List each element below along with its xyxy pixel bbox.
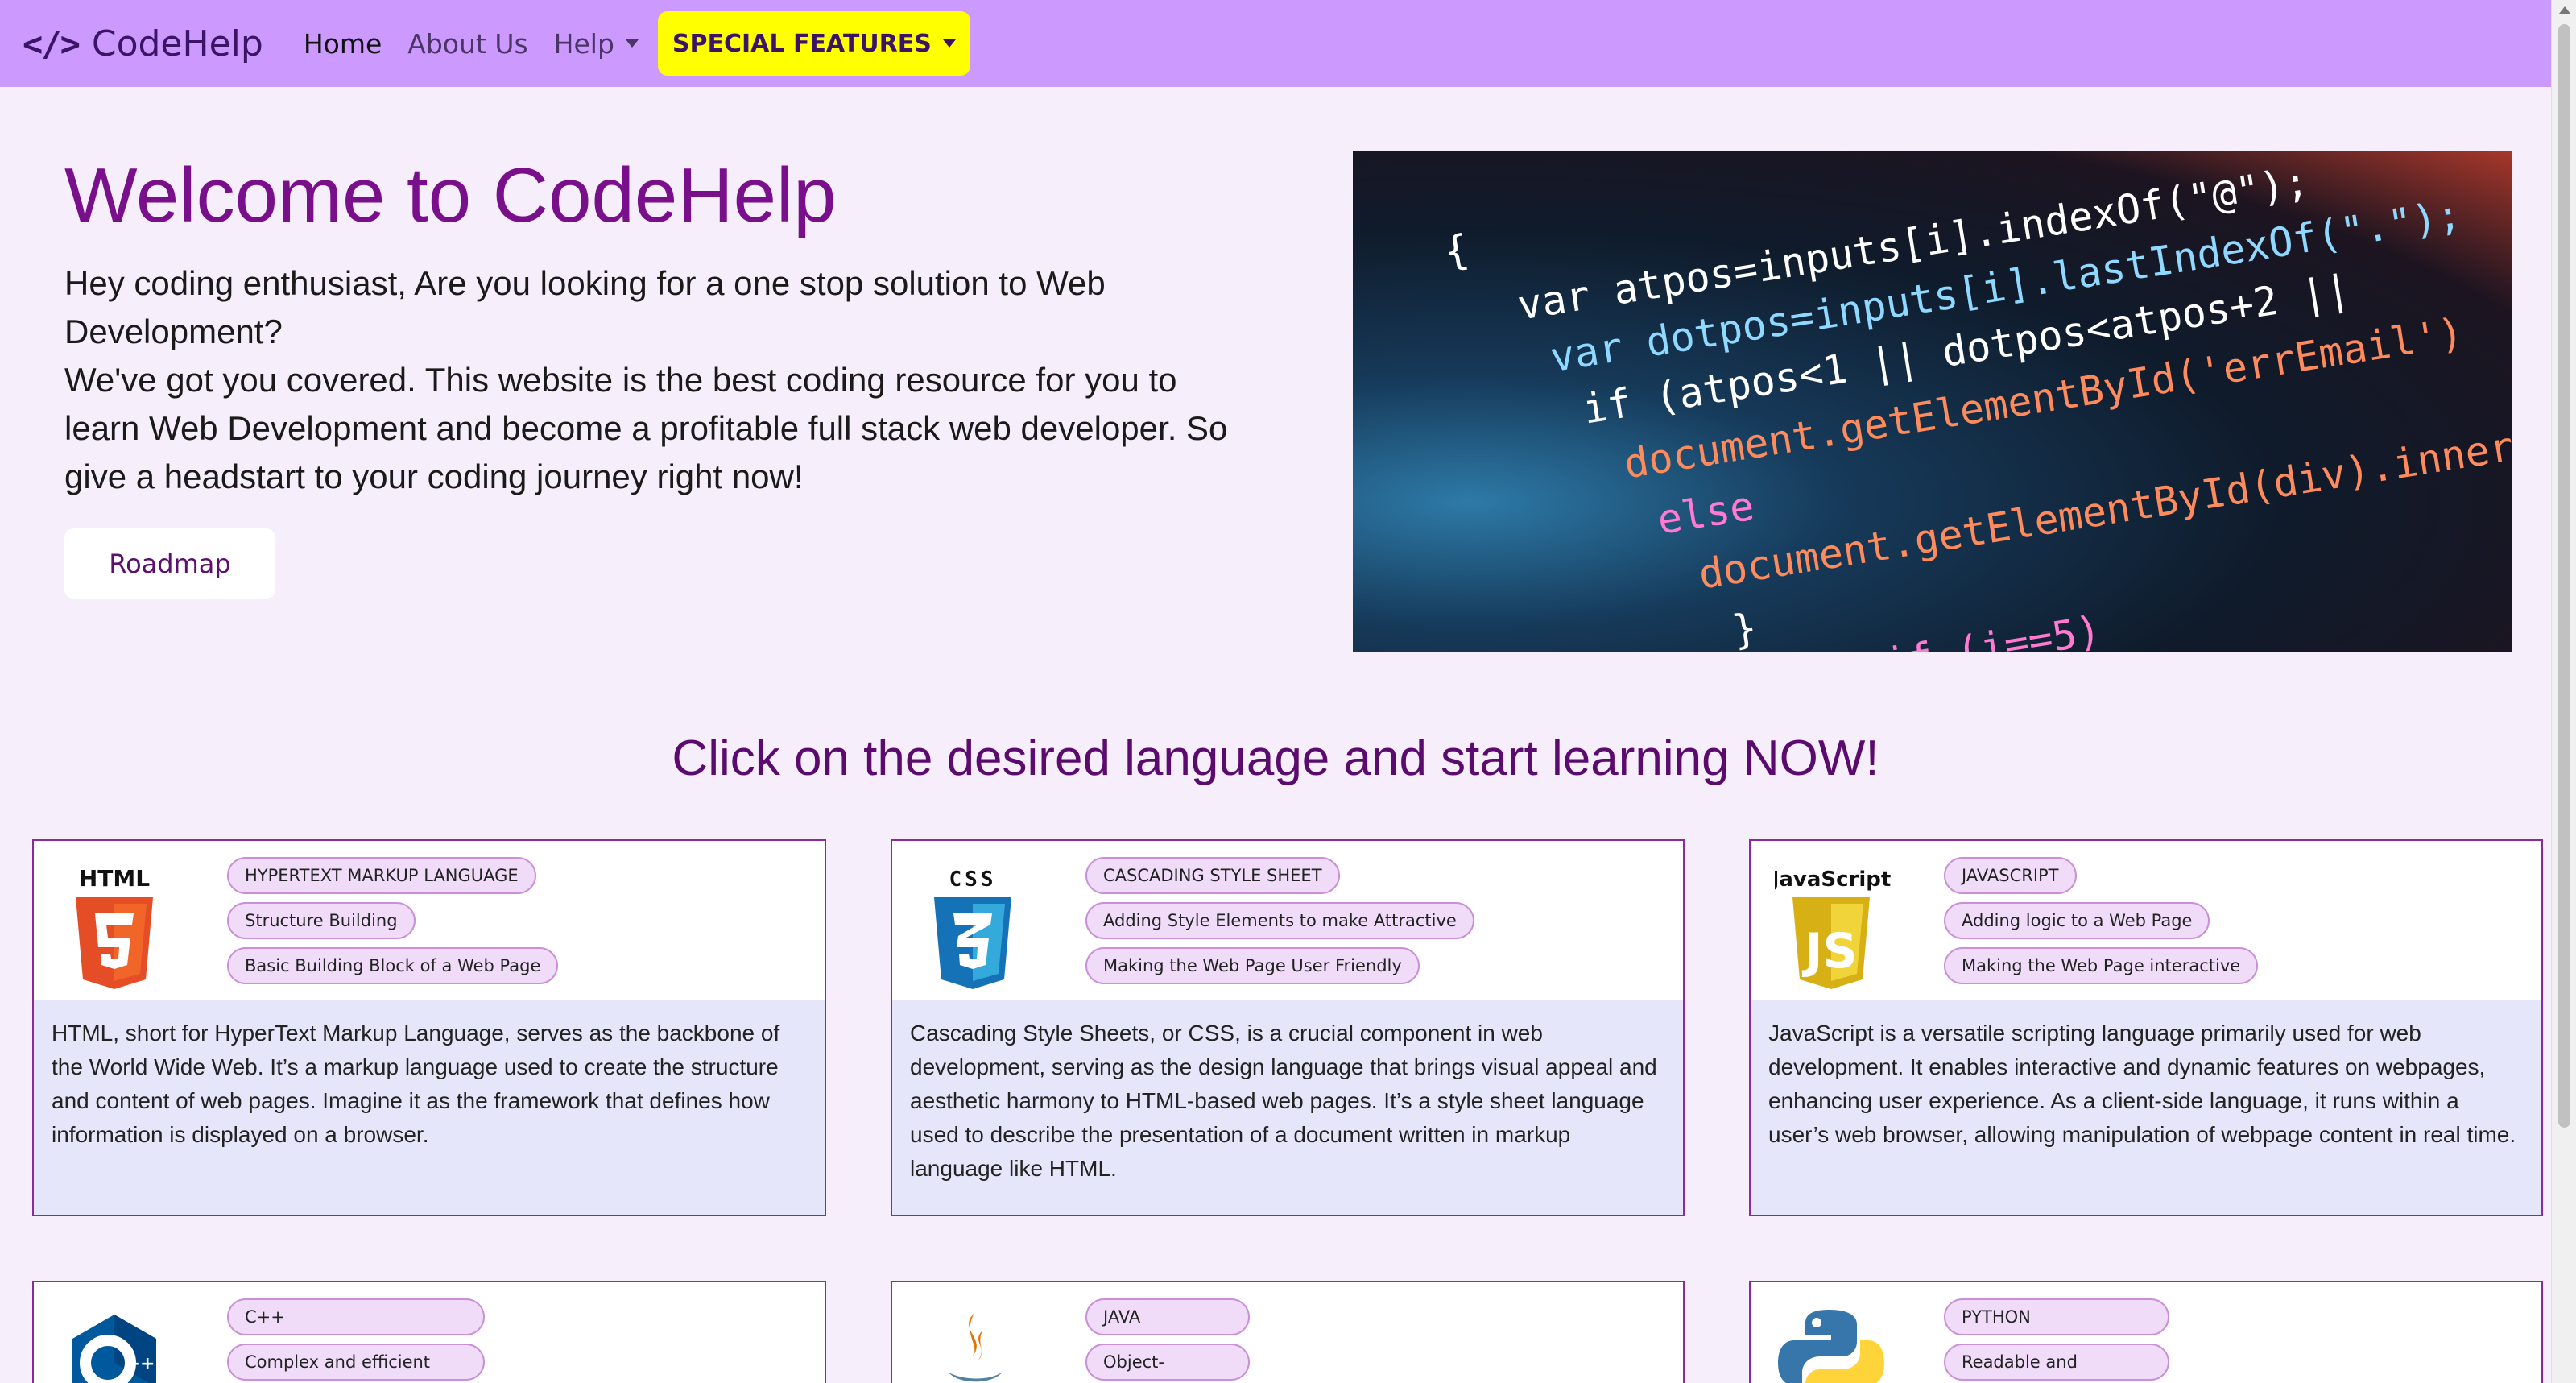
special-features-label: SPECIAL FEATURES — [672, 29, 932, 58]
roadmap-button[interactable]: Roadmap — [64, 528, 275, 599]
cpp-icon: ++ — [72, 1315, 156, 1383]
java-icon — [949, 1313, 1002, 1382]
scroll-up-icon[interactable] — [2559, 6, 2570, 14]
tag: Readable and Versatile — [1944, 1344, 2169, 1381]
card-description: JavaScript is a versatile scripting lang… — [1751, 1000, 2541, 1215]
code-line: } — [1729, 604, 1760, 652]
tag: Object-oriented — [1085, 1344, 1250, 1381]
logo-label: JavaScript — [1775, 867, 1891, 892]
nav-help-label: Help — [553, 27, 614, 60]
nav-about-label: About Us — [407, 27, 528, 60]
card-description: Cascading Style Sheets, or CSS, is a cru… — [892, 1000, 1683, 1215]
nav-about-us[interactable]: About Us — [407, 28, 527, 60]
nav-help-dropdown[interactable]: Help — [554, 28, 639, 60]
card-header: ++ C++ Complex and efficient — [34, 1282, 825, 1383]
javascript-card[interactable]: JavaScript JS JAVASCRIPT Adding logic to… — [1749, 839, 2543, 1216]
html-card[interactable]: HTML HYPERTEXT MARKUP LANGUAGE Structure… — [32, 839, 826, 1216]
tag: Adding logic to a Web Page — [1944, 902, 2210, 939]
svg-text:JS: JS — [1801, 923, 1858, 979]
card-header: JAVA Object-oriented — [892, 1282, 1683, 1383]
tag: JAVASCRIPT — [1944, 857, 2077, 894]
scrollbar[interactable] — [2551, 0, 2576, 1383]
css3-icon: CSS — [934, 867, 1011, 989]
card-header: HTML HYPERTEXT MARKUP LANGUAGE Structure… — [34, 841, 825, 1000]
tag: JAVA — [1085, 1298, 1250, 1335]
code-image-svg: { var atpos=inputs[i].indexOf("@"); var … — [1441, 158, 2512, 652]
brand-name: CodeHelp — [91, 23, 263, 64]
logo-label: HTML — [79, 865, 150, 892]
css-card[interactable]: CSS CASCADING STYLE SHEET Adding Style E… — [891, 839, 1685, 1216]
nav-home-label: Home — [303, 27, 382, 60]
javascript-icon: JavaScript JS — [1775, 867, 1891, 989]
html5-icon: HTML — [76, 865, 153, 989]
tag: Basic Building Block of a Web Page — [227, 947, 559, 984]
code-line: else if (i==5) — [1761, 607, 2103, 652]
tag: PYTHON — [1944, 1298, 2169, 1335]
tag-list: C++ Complex and efficient — [227, 1298, 485, 1383]
tag: HYPERTEXT MARKUP LANGUAGE — [227, 857, 536, 894]
tag-list: JAVA Object-oriented — [1085, 1298, 1250, 1383]
special-features-dropdown[interactable]: SPECIAL FEATURES — [657, 11, 970, 76]
navbar: </> CodeHelp Home About Us Help SPECIAL … — [0, 0, 2551, 87]
tag-list: PYTHON Readable and Versatile — [1944, 1298, 2169, 1383]
chevron-down-icon — [942, 39, 956, 48]
logo-label: CSS — [949, 867, 997, 892]
python-card[interactable]: PYTHON Readable and Versatile — [1749, 1281, 2543, 1383]
chevron-down-icon — [625, 39, 639, 48]
tag-list: JAVASCRIPT Adding logic to a Web Page Ma… — [1944, 857, 2259, 992]
hero-title: Welcome to CodeHelp — [64, 152, 837, 238]
tag: Adding Style Elements to make Attractive — [1085, 902, 1474, 939]
nav-home[interactable]: Home — [304, 28, 382, 60]
tag-list: HYPERTEXT MARKUP LANGUAGE Structure Buil… — [227, 857, 559, 992]
python-icon — [1778, 1310, 1884, 1383]
card-header: PYTHON Readable and Versatile — [1751, 1282, 2541, 1383]
hero-line-1: Hey coding enthusiast, Are you looking f… — [64, 264, 1106, 350]
tag: Complex and efficient — [227, 1344, 485, 1381]
code-line: else — [1654, 482, 1757, 544]
tag-list: CASCADING STYLE SHEET Adding Style Eleme… — [1085, 857, 1474, 992]
code-line: { — [1441, 226, 1472, 275]
card-header: CSS CASCADING STYLE SHEET Adding Style E… — [892, 841, 1683, 1000]
section-title: Click on the desired language and start … — [672, 731, 1879, 786]
hero-line-2: We've got you covered. This website is t… — [64, 361, 1228, 495]
brand-logo[interactable]: </> CodeHelp — [23, 23, 263, 64]
svg-text:++: ++ — [126, 1354, 155, 1374]
tag: C++ — [227, 1298, 485, 1335]
card-header: JavaScript JS JAVASCRIPT Adding logic to… — [1751, 841, 2541, 1000]
tag: Making the Web Page User Friendly — [1085, 947, 1420, 984]
cpp-card[interactable]: ++ C++ Complex and efficient — [32, 1281, 826, 1383]
card-description: HTML, short for HyperText Markup Languag… — [34, 1000, 825, 1215]
tag: Making the Web Page interactive — [1944, 947, 2259, 984]
tag: Structure Building — [227, 902, 416, 939]
code-icon: </> — [23, 23, 81, 64]
hero-description: Hey coding enthusiast, Are you looking f… — [64, 259, 1240, 501]
tag: CASCADING STYLE SHEET — [1085, 857, 1340, 894]
hero-code-image: { var atpos=inputs[i].indexOf("@"); var … — [1353, 151, 2512, 652]
java-card[interactable]: JAVA Object-oriented — [891, 1281, 1685, 1383]
scroll-thumb[interactable] — [2558, 24, 2570, 1128]
